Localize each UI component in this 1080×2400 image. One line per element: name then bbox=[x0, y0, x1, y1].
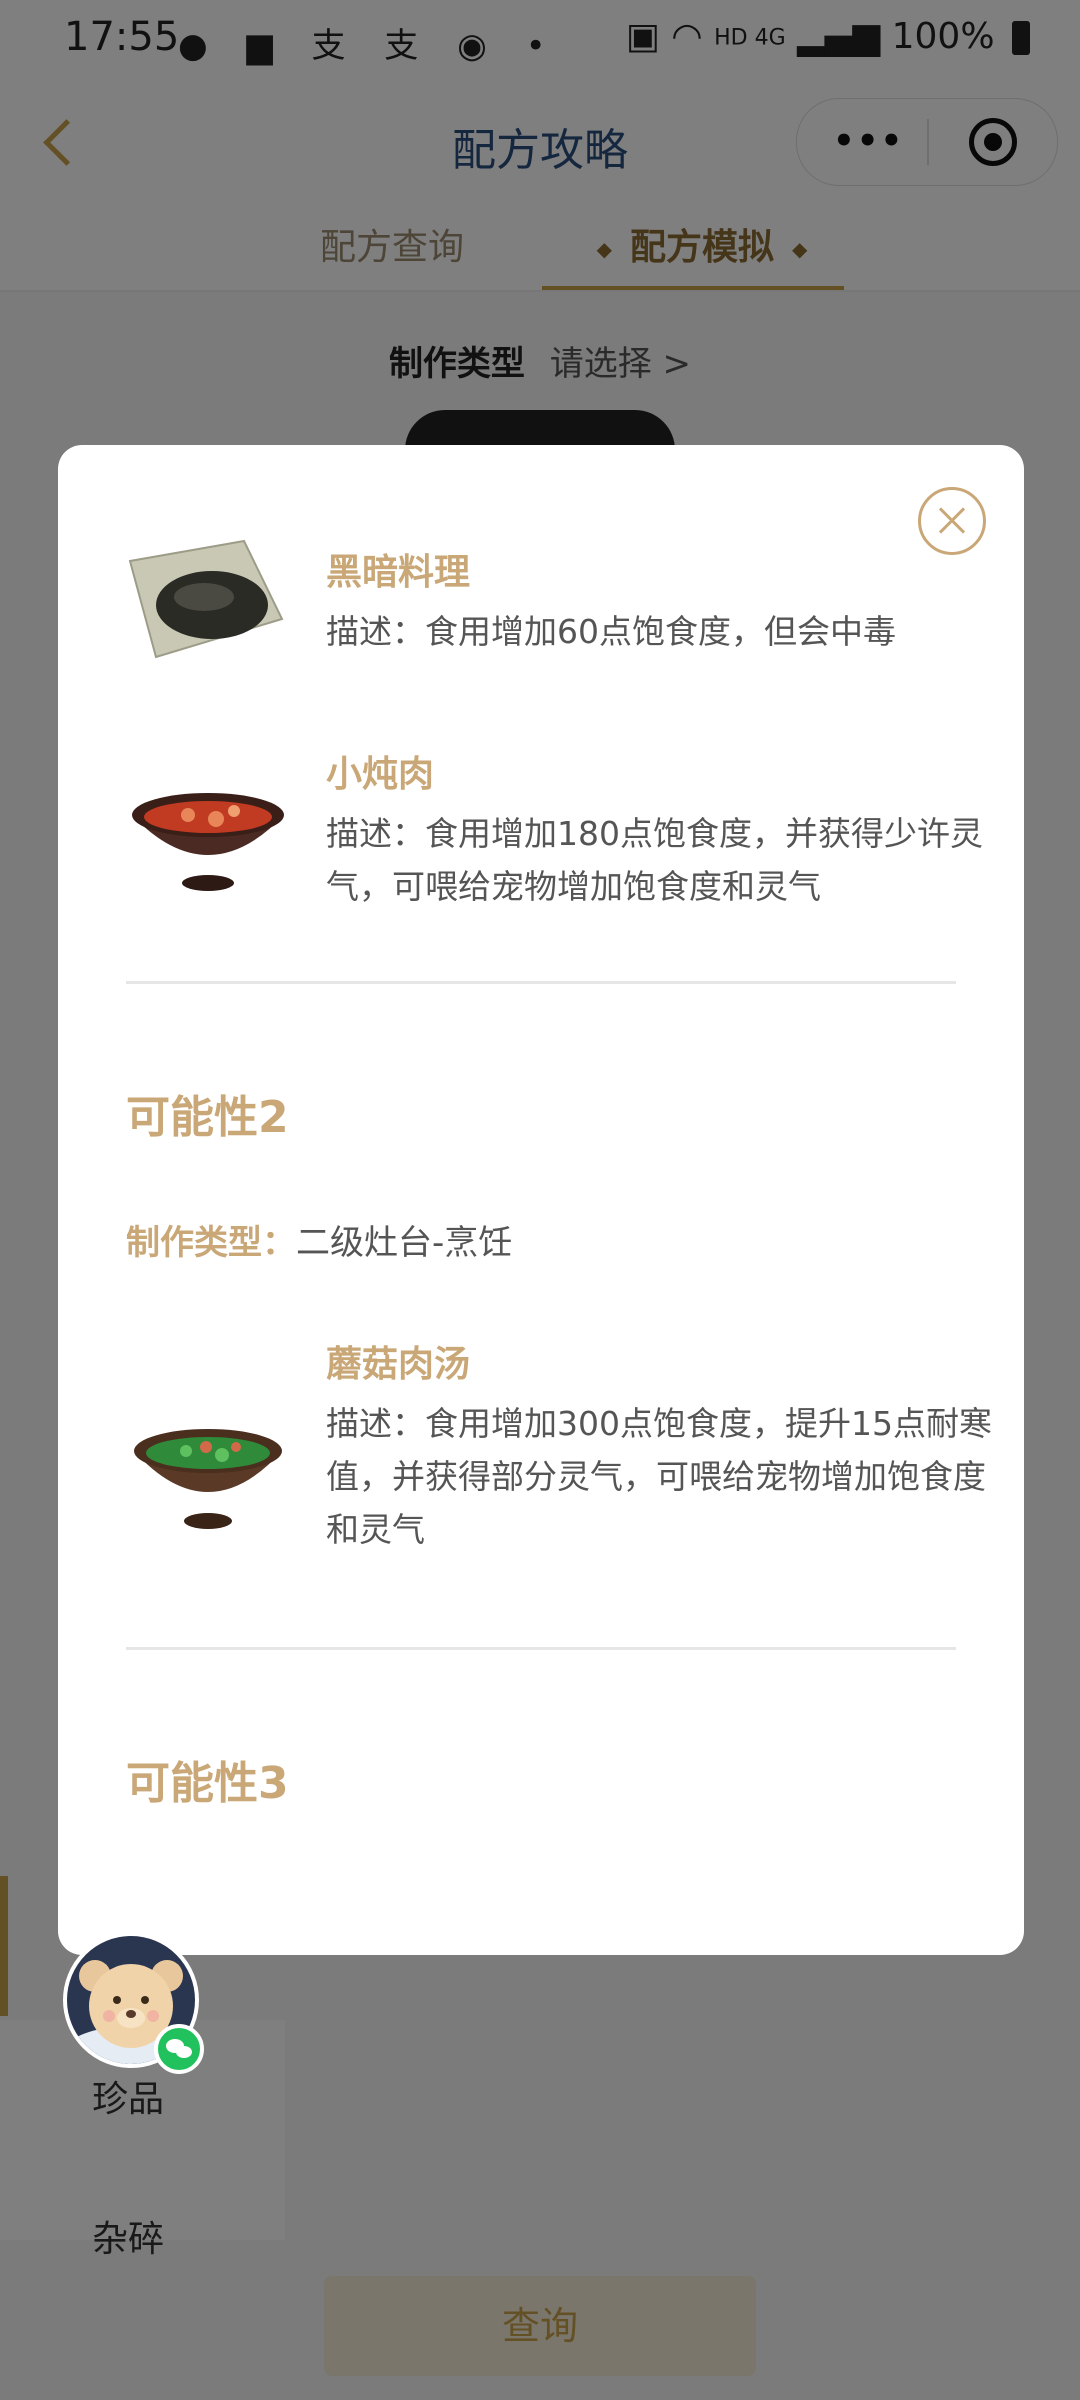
craft-type-line: 制作类型：二级灶台-烹饪 bbox=[126, 1215, 512, 1264]
craft-type-value: 二级灶台-烹饪 bbox=[296, 1223, 513, 1263]
mushroom-soup-image bbox=[134, 1429, 282, 1529]
section-title: 可能性2 bbox=[126, 1092, 289, 1143]
recipe-result-modal: 黑暗料理 描述：食用增加60点饱食度，但会中毒 小炖肉 描述：食用增加180点饱… bbox=[58, 445, 1024, 1955]
item-description: 描述：食用增加180点饱食度，并获得少许灵气，可喂给宠物增加饱食度和灵气 bbox=[326, 814, 983, 906]
craft-type-key: 制作类型： bbox=[126, 1223, 296, 1263]
section-title: 可能性3 bbox=[126, 1758, 289, 1809]
close-icon[interactable] bbox=[918, 487, 986, 555]
item-name: 黑暗料理 bbox=[326, 552, 471, 593]
item-name: 蘑菇肉汤 bbox=[326, 1344, 471, 1385]
wechat-icon bbox=[154, 2024, 204, 2074]
dark-dish-image bbox=[128, 539, 284, 659]
item-name: 小炖肉 bbox=[326, 754, 435, 795]
section-divider bbox=[126, 1647, 956, 1650]
item-description: 描述：食用增加300点饱食度，提升15点耐寒值，并获得部分灵气，可喂给宠物增加饱… bbox=[326, 1404, 992, 1549]
stewed-meat-image bbox=[132, 793, 284, 891]
section-divider bbox=[126, 981, 956, 984]
wechat-bubbles-icon bbox=[166, 2039, 192, 2058]
item-description: 描述：食用增加60点饱食度，但会中毒 bbox=[326, 612, 896, 651]
